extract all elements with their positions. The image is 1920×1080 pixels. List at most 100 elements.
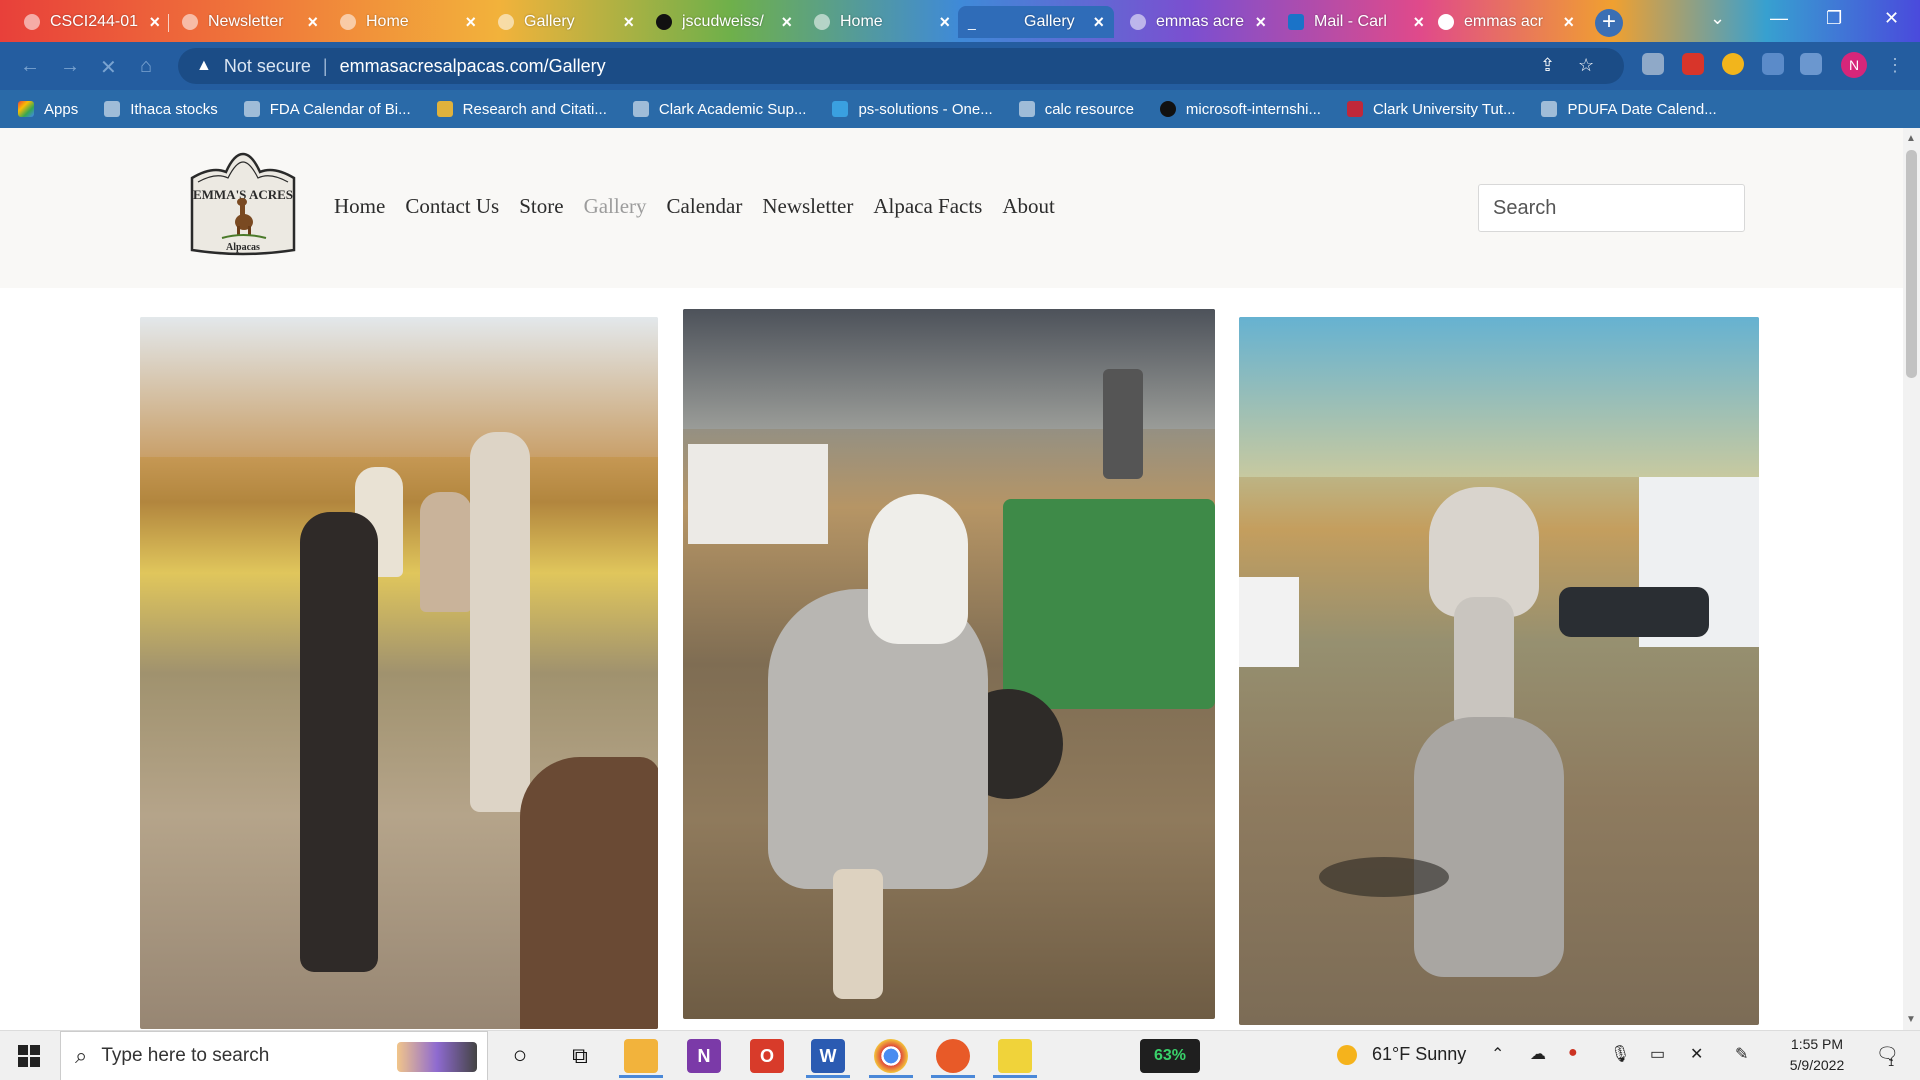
close-tab-icon[interactable]: × bbox=[781, 12, 792, 33]
emmas-acres-logo[interactable]: EMMA'S ACRES Alpacas bbox=[182, 150, 304, 262]
close-tab-icon[interactable]: × bbox=[1413, 12, 1424, 33]
puzzle-extensions-icon[interactable] bbox=[1762, 53, 1784, 75]
volume-muted-icon[interactable]: ✕ bbox=[1690, 1044, 1703, 1064]
gallery-photo-grey-alpaca[interactable] bbox=[1239, 317, 1759, 1025]
bookmark-ps-solutions[interactable]: ps-solutions - One... bbox=[832, 101, 993, 118]
close-tab-icon[interactable]: × bbox=[307, 12, 318, 33]
home-icon[interactable]: ⌂ bbox=[140, 55, 152, 78]
sticky-notes-icon[interactable] bbox=[998, 1039, 1032, 1073]
show-hidden-icons-chevron-icon[interactable]: ⌃ bbox=[1491, 1044, 1504, 1064]
nav-about[interactable]: About bbox=[1002, 194, 1055, 219]
honey-extension-icon[interactable] bbox=[1722, 53, 1744, 75]
security-label[interactable]: Not secure bbox=[224, 56, 311, 77]
microphone-icon[interactable]: 🎙 bbox=[1610, 1044, 1630, 1064]
nav-contact-us[interactable]: Contact Us bbox=[405, 194, 499, 219]
tab-github[interactable]: jscudweiss/ × bbox=[646, 6, 802, 38]
tab-csci244[interactable]: CSCI244-01 × bbox=[14, 6, 170, 38]
side-panel-icon[interactable] bbox=[1800, 53, 1822, 75]
close-tab-icon[interactable]: × bbox=[939, 12, 950, 33]
sun-weather-icon[interactable] bbox=[1337, 1045, 1357, 1065]
windows-start-icon[interactable] bbox=[18, 1045, 40, 1067]
bookmark-pdufa[interactable]: PDUFA Date Calend... bbox=[1541, 100, 1717, 118]
bookmark-fda-calendar[interactable]: FDA Calendar of Bi... bbox=[243, 101, 411, 118]
tab-emmas-acres-google[interactable]: emmas acr × bbox=[1428, 6, 1584, 38]
kebab-menu-icon[interactable]: ⋮ bbox=[1886, 55, 1904, 76]
nav-alpaca-facts[interactable]: Alpaca Facts bbox=[873, 194, 982, 219]
nav-calendar[interactable]: Calendar bbox=[667, 194, 743, 219]
office-icon[interactable]: O bbox=[750, 1039, 784, 1073]
gallery-photo-alpaca-tractor[interactable] bbox=[683, 309, 1215, 1019]
nav-store[interactable]: Store bbox=[519, 194, 563, 219]
reload-icon[interactable]: ✕ bbox=[100, 55, 117, 80]
battery-widget[interactable]: 63% bbox=[1140, 1039, 1200, 1073]
nav-newsletter[interactable]: Newsletter bbox=[762, 194, 853, 219]
ubuntu-icon[interactable] bbox=[936, 1039, 970, 1073]
search-highlight-illustration-icon bbox=[397, 1042, 477, 1072]
nav-home[interactable]: Home bbox=[334, 194, 385, 219]
close-tab-icon[interactable]: × bbox=[1093, 12, 1104, 33]
cortana-circle-icon[interactable]: ○ bbox=[503, 1039, 537, 1073]
onedrive-cloud-icon[interactable]: ☁ bbox=[1530, 1044, 1546, 1064]
restore-icon[interactable]: ❐ bbox=[1826, 8, 1842, 29]
tab-search-chevron-icon[interactable]: ⌄ bbox=[1710, 8, 1725, 29]
close-tab-icon[interactable]: × bbox=[623, 12, 634, 33]
url-text[interactable]: emmasacresalpacas.com/Gallery bbox=[340, 56, 606, 77]
page-icon bbox=[1541, 101, 1558, 117]
tab-title: Home bbox=[840, 13, 883, 30]
taskbar-search-box[interactable]: ⌕ Type here to search bbox=[60, 1031, 488, 1080]
adobe-extension-icon[interactable] bbox=[1682, 53, 1704, 75]
back-icon[interactable]: ← bbox=[20, 55, 40, 78]
site-search-input[interactable] bbox=[1478, 184, 1745, 232]
bookmark-label: PDUFA Date Calend... bbox=[1567, 100, 1717, 118]
forward-icon[interactable]: → bbox=[60, 55, 80, 78]
new-tab-button[interactable]: + bbox=[1595, 9, 1623, 37]
tab-home-2[interactable]: Home × bbox=[804, 6, 960, 38]
scrollbar-thumb[interactable] bbox=[1906, 150, 1917, 378]
close-tab-icon[interactable]: × bbox=[1563, 12, 1574, 33]
tab-newsletter[interactable]: Newsletter × bbox=[172, 6, 328, 38]
bookmark-research[interactable]: Research and Citati... bbox=[436, 101, 607, 118]
gallery-photo-alpaca-herd[interactable] bbox=[140, 317, 658, 1029]
onenote-icon[interactable]: N bbox=[687, 1039, 721, 1073]
globe-favicon-icon bbox=[814, 14, 830, 30]
close-tab-icon[interactable]: × bbox=[465, 12, 476, 33]
system-clock[interactable]: 1:55 PM 5/9/2022 bbox=[1782, 1034, 1852, 1076]
warning-triangle-icon[interactable]: ▲ bbox=[196, 57, 212, 75]
profile-avatar[interactable]: N bbox=[1841, 52, 1867, 78]
taskbar-active-indicator bbox=[869, 1075, 913, 1078]
tab-emmas-acres[interactable]: emmas acre × bbox=[1120, 6, 1276, 38]
file-explorer-icon[interactable] bbox=[624, 1039, 658, 1073]
purdue-p-icon bbox=[436, 101, 453, 117]
bookmark-star-icon[interactable]: ☆ bbox=[1578, 55, 1594, 76]
bookmark-clark-tutoring[interactable]: Clark University Tut... bbox=[1346, 101, 1515, 118]
close-tab-icon[interactable]: × bbox=[1255, 12, 1266, 33]
tab-gallery[interactable]: Gallery × bbox=[488, 6, 644, 38]
task-view-icon[interactable]: ⧉ bbox=[563, 1039, 597, 1073]
scroll-down-arrow-icon[interactable]: ▼ bbox=[1906, 1014, 1916, 1025]
bookmark-clark-academic[interactable]: Clark Academic Sup... bbox=[632, 101, 806, 118]
scroll-up-arrow-icon[interactable]: ▲ bbox=[1906, 133, 1916, 144]
bookmark-apps[interactable]: Apps bbox=[18, 101, 78, 118]
bookmark-calc-resource[interactable]: calc resource bbox=[1018, 101, 1134, 118]
minimize-icon[interactable]: — bbox=[1770, 8, 1788, 29]
address-bar[interactable]: ▲ Not secure | emmasacresalpacas.com/Gal… bbox=[178, 48, 1624, 84]
loading-favicon-icon: _ bbox=[968, 14, 976, 30]
tab-mail[interactable]: Mail - Carl × bbox=[1278, 6, 1434, 38]
bookmark-ithaca-stocks[interactable]: Ithaca stocks bbox=[104, 101, 218, 118]
bookmark-microsoft-internship[interactable]: microsoft-internshi... bbox=[1159, 101, 1321, 118]
word-icon[interactable]: W bbox=[811, 1039, 845, 1073]
close-tab-icon[interactable]: × bbox=[149, 12, 160, 33]
share-icon[interactable]: ⇪ bbox=[1540, 55, 1555, 76]
tab-home[interactable]: Home × bbox=[330, 6, 486, 38]
weather-text[interactable]: 61°F Sunny bbox=[1372, 1044, 1466, 1065]
pen-workspace-icon[interactable]: ✎ bbox=[1735, 1044, 1748, 1064]
tractor-exhaust bbox=[1103, 369, 1143, 479]
tab-gallery-active[interactable]: _ Gallery × bbox=[958, 6, 1114, 38]
onedrive-error-icon[interactable]: ● bbox=[1568, 1044, 1578, 1062]
close-window-icon[interactable]: ✕ bbox=[1884, 8, 1899, 29]
network-icon[interactable]: ▭ bbox=[1650, 1044, 1665, 1064]
chrome-icon[interactable] bbox=[874, 1039, 908, 1073]
extension-icon[interactable] bbox=[1642, 53, 1664, 75]
nav-gallery[interactable]: Gallery bbox=[584, 194, 647, 219]
google-favicon-icon bbox=[1438, 14, 1454, 30]
